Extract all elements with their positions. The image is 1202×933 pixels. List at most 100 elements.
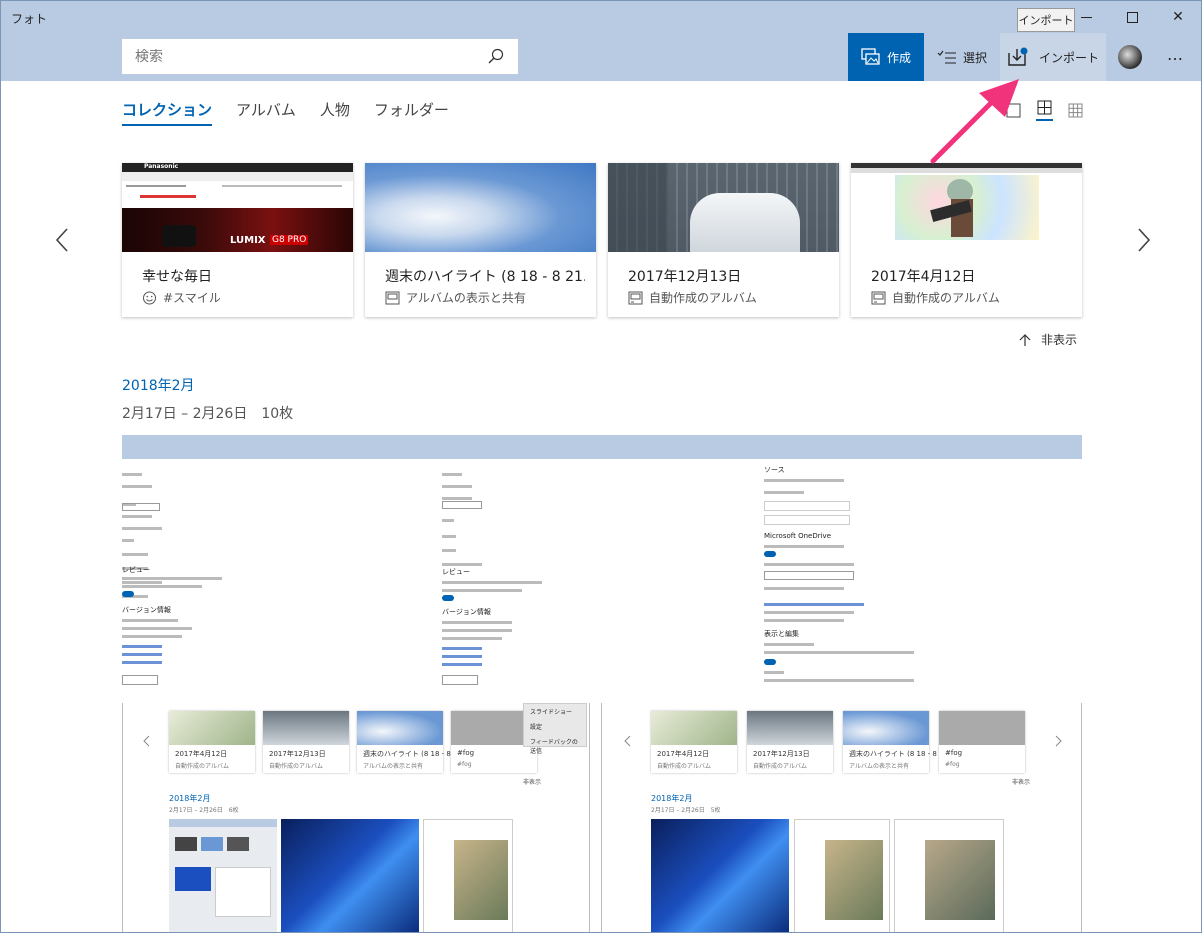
mini-card-title: 2017年12月13日 [753,750,810,758]
arrow-up-icon [1019,333,1031,346]
select-label: 選択 [962,50,987,65]
auto-album-icon [871,291,886,304]
card-subtitle-text: 自動作成のアルバム [649,291,757,305]
carousel-prev-icon[interactable] [53,227,73,253]
month-heading: 2018年2月 [122,378,195,394]
card-subtitle: 自動作成のアルバム [871,289,1000,306]
close-icon: ✕ [1172,9,1184,25]
mini-card-sub: アルバムの表示と共有 [363,763,423,770]
collection-card-2017-04-12[interactable]: 2017年4月12日 自動作成のアルバム [851,163,1082,317]
annotation-arrow-icon [930,79,1019,164]
mini-card-sub: アルバムの表示と共有 [849,763,909,770]
shot-display-text: 表示と編集 [764,630,799,638]
card-subtitle: アルバムの表示と共有 [385,289,526,306]
carousel-next-icon[interactable] [1133,227,1153,253]
card-subtitle: #スマイル [142,289,221,306]
thumb-brand-text: Panasonic [144,163,179,170]
mini-card-title: 2017年4月12日 [657,750,710,758]
win10-wallpaper-thumb [651,819,789,932]
account-avatar[interactable] [1118,45,1142,69]
thumb-model-text: G8 PRO [270,235,309,245]
section-tabs: コレクション アルバム 人物 フォルダー [122,99,449,126]
mini-card-sub: #fog [945,761,960,768]
card-thumbnail [851,163,1082,252]
photo-header-band [442,435,762,459]
card-title: 2017年12月13日 [628,269,742,285]
shot-version-text: バージョン情報 [442,608,491,616]
shot-review-text: レビュー [442,568,470,576]
card-subtitle: 自動作成のアルバム [628,289,757,306]
photo-settings-screenshot-1[interactable]: レビュー バージョン情報 [122,435,442,691]
mini-context-menu: スライドショー 設定 フィードバックの送信 [523,703,587,755]
mini-section-title: 2018年2月 [169,794,211,803]
card-subtitle-text: アルバムの表示と共有 [406,291,526,305]
mini-menu-item: フィードバックの送信 [530,739,578,755]
mini-prev-icon [143,735,150,747]
mini-card: 週末のハイライト (8 18 - 8 21... アルバムの表示と共有 [843,711,955,773]
mini-card-sub: 自動作成のアルバム [175,763,229,770]
collection-card-happy-days[interactable]: Panasonic LUMIX G8 PRO 幸せな毎日 #スマイル [122,163,353,317]
card-title: 幸せな毎日 [142,269,212,285]
search-input[interactable] [135,48,475,65]
mini-card-sub: #fog [457,761,472,768]
tab-collection[interactable]: コレクション [122,99,213,126]
mini-section-range: 2月17日 – 2月26日 6枚 [169,807,239,814]
hide-collections-button[interactable]: 非表示 [1019,331,1077,348]
photo-header-band [122,435,442,459]
more-options-button[interactable]: … [1161,45,1191,69]
shot-version-text: バージョン情報 [122,606,171,614]
mini-card-title: 2017年4月12日 [175,750,228,758]
collection-card-weekend-highlight[interactable]: 週末のハイライト (8 18 - 8 21... アルバムの表示と共有 [365,163,596,317]
medium-view-button[interactable] [1036,99,1053,121]
tab-folder[interactable]: フォルダー [374,99,449,126]
mini-card: 2017年12月13日 自動作成のアルバム [747,711,833,773]
win10-wallpaper-thumb [281,819,419,932]
mini-section-title: 2018年2月 [651,794,693,803]
import-label: インポート [1038,50,1099,65]
mini-card-title: #fog [945,749,963,757]
mini-card-title: 2017年12月13日 [269,750,326,758]
minimize-icon [1080,16,1092,18]
photo-app-screenshot-1[interactable]: 2017年4月12日 自動作成のアルバム 2017年12月13日 自動作成のアル… [122,703,590,932]
card-title: 2017年4月12日 [871,269,976,285]
close-button[interactable]: ✕ [1155,1,1201,33]
card-title: 週末のハイライト (8 18 - 8 21... [385,269,585,285]
create-button[interactable]: 作成 [848,33,924,81]
photos-app-window: フォト ✕ インポート 作成 選択 インポート … コレクション アルバム 人物… [0,0,1202,933]
mini-card: 2017年4月12日 自動作成のアルバム [651,711,737,773]
shot-review-text: レビュー [122,566,150,574]
mini-hide-label: 非表示 [1012,779,1031,786]
search-icon[interactable] [488,48,504,64]
photo-settings-screenshot-3[interactable]: ソース Microsoft OneDrive 表示と編集 [762,435,1082,691]
mini-menu-item: 設定 [530,724,543,731]
collection-card-2017-12-13[interactable]: 2017年12月13日 自動作成のアルバム [608,163,839,317]
import-icon [1008,47,1028,66]
mini-card: 週末のハイライト (8 18 - 8 21... アルバムの表示と共有 [357,711,469,773]
card-subtitle-text: #スマイル [163,291,221,305]
photo-settings-screenshot-2[interactable]: レビュー バージョン情報 [442,435,762,691]
select-list-icon [937,50,956,64]
small-view-icon[interactable] [1067,102,1084,119]
maximize-button[interactable] [1109,1,1155,33]
thumb-lumix-text: LUMIX [230,235,266,246]
tab-album[interactable]: アルバム [236,99,296,126]
mini-card-title: #fog [457,749,475,757]
auto-album-icon [628,291,643,304]
mini-card: 2017年12月13日 自動作成のアルバム [263,711,349,773]
create-label: 作成 [886,50,911,65]
shot-source-text: ソース [764,466,785,474]
photo-app-screenshot-2[interactable]: 2017年4月12日 自動作成のアルバム 2017年12月13日 自動作成のアル… [601,703,1082,932]
smiley-icon [143,291,156,304]
search-box[interactable] [122,39,518,74]
maximize-icon [1126,11,1138,23]
import-tooltip: インポート [1017,8,1075,32]
mini-menu-item: スライドショー [530,709,573,716]
mini-section-range: 2月17日 – 2月26日 5枚 [651,807,721,814]
mini-card-sub: 自動作成のアルバム [657,763,711,770]
medium-view-icon [1037,100,1052,115]
mini-next-icon [1055,735,1062,747]
mini-card: #fog #fog [939,711,1025,773]
photo-header-band [762,435,1082,459]
tab-people[interactable]: 人物 [320,99,350,126]
card-thumbnail [365,163,596,252]
